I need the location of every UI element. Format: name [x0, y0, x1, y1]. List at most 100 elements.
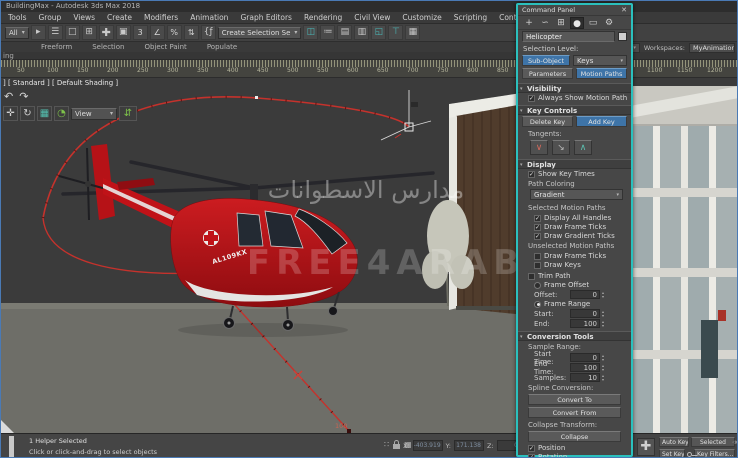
toolbar-icon[interactable]: ⊞ — [82, 25, 97, 40]
motion-paths-button[interactable]: Motion Paths — [576, 68, 627, 79]
keyframe-dot[interactable] — [255, 96, 258, 99]
unselected-draw-frame-ticks-checkbox[interactable]: Draw Frame Ticks — [518, 251, 631, 260]
toolbar-icon[interactable]: □ — [65, 25, 80, 40]
y-coordinate-field[interactable]: 171.138 — [454, 440, 484, 451]
visibility-rollout[interactable]: Visibility — [518, 83, 631, 93]
keys-dropdown[interactable]: Keys ▾ — [573, 55, 627, 66]
offset-spinner[interactable]: Offset: 0 ▴▾ — [518, 289, 631, 299]
draw-gradient-ticks-checkbox[interactable]: ✓ Draw Gradient Ticks — [518, 231, 631, 240]
show-key-times-checkbox[interactable]: ✓ Show Key Times — [518, 169, 631, 178]
x-coordinate-field[interactable]: -403.919 — [413, 440, 443, 451]
undo-icon[interactable]: ↶ — [4, 90, 13, 103]
utilities-tab-icon[interactable]: ⚙ — [602, 17, 616, 29]
ribbon-tab[interactable]: Selection — [92, 43, 124, 51]
snap-grid-icon[interactable]: ▦ — [37, 106, 52, 121]
position-checkbox[interactable]: ✓ Position — [518, 443, 631, 452]
toolbar-icon[interactable]: ◱ — [371, 25, 386, 40]
motion-tab-icon[interactable]: ● — [570, 17, 584, 29]
toolbar-icon[interactable]: ∠ — [150, 25, 165, 40]
toolbar-icon[interactable]: ⇅ — [184, 25, 199, 40]
key-filters-button[interactable]: Key Filters... — [694, 449, 735, 458]
soft-selection-icon[interactable]: ◔ — [54, 106, 69, 121]
ribbon-tab[interactable]: Freeform — [41, 43, 72, 51]
add-key-button[interactable]: Add Key — [576, 116, 627, 127]
workspace-dropdown[interactable]: MyAnimation — [689, 43, 735, 53]
display-all-handles-checkbox[interactable]: ✓ Display All Handles — [518, 213, 631, 222]
sub-object-button[interactable]: Sub-Object — [522, 55, 570, 66]
toolbar-icon[interactable]: ▦ — [405, 25, 420, 40]
spinner-arrows-icon[interactable]: ▴▾ — [602, 320, 604, 328]
close-icon[interactable]: ✕ — [621, 6, 627, 14]
spinner-arrows-icon[interactable]: ▴▾ — [602, 364, 604, 372]
range-end-spinner[interactable]: End: 100 ▴▾ — [518, 318, 631, 328]
tangent-smooth-icon[interactable]: ∨ — [530, 140, 548, 155]
create-tab-icon[interactable]: + — [522, 17, 536, 29]
spinner-arrows-icon[interactable]: ▴▾ — [602, 354, 604, 362]
coordinate-system-dropdown[interactable]: View ▾ — [71, 108, 117, 120]
ik-toggle-icon[interactable]: ⇵ — [119, 106, 137, 121]
toolbar-icon[interactable]: ▤ — [337, 25, 352, 40]
object-color-swatch[interactable] — [618, 32, 627, 41]
mini-track-bar[interactable] — [9, 436, 14, 458]
toolbar-icon[interactable]: ▥ — [354, 25, 369, 40]
auto-key-button[interactable]: Auto Key — [659, 437, 689, 447]
menu-item[interactable]: Civil View — [354, 13, 390, 22]
toolbar-icon[interactable]: ≔ — [320, 25, 335, 40]
toolbar-icon[interactable]: {ƒ — [201, 25, 216, 40]
path-coloring-dropdown[interactable]: Gradient ▾ — [530, 189, 623, 200]
spinner-arrows-icon[interactable]: ▴▾ — [602, 374, 604, 382]
toolbar-icon[interactable]: ▣ — [116, 25, 131, 40]
helper-gizmo[interactable] — [381, 90, 431, 140]
toolbar-icon[interactable]: ⊤ — [388, 25, 403, 40]
convert-from-button[interactable]: Convert From — [528, 407, 621, 418]
isolate-selection-icon[interactable]: ∷ — [384, 440, 389, 449]
playback-edge-icons[interactable]: ◃▸ — [732, 438, 738, 446]
hierarchy-tab-icon[interactable]: ⊞ — [554, 17, 568, 29]
trim-path-checkbox[interactable]: Trim Path — [518, 271, 631, 280]
menu-item[interactable]: Rendering — [304, 13, 342, 22]
toolbar-icon[interactable]: ✚ — [99, 25, 114, 40]
menu-item[interactable]: Modifiers — [144, 13, 178, 22]
collapse-button[interactable]: Collapse — [528, 431, 621, 442]
key-controls-rollout[interactable]: Key Controls — [518, 105, 631, 115]
menu-item[interactable]: Group — [38, 13, 61, 22]
menu-item[interactable]: Create — [107, 13, 132, 22]
display-tab-icon[interactable]: ▭ — [586, 17, 600, 29]
redo-icon[interactable]: ↷ — [19, 90, 28, 103]
viewport-label[interactable]: ] [ Standard ] [ Default Shading ] — [3, 79, 118, 87]
delete-key-button[interactable]: Delete Key — [522, 116, 573, 127]
menu-item[interactable]: Animation — [190, 13, 228, 22]
draw-frame-ticks-checkbox[interactable]: ✓ Draw Frame Ticks — [518, 222, 631, 231]
menu-item[interactable]: Scripting — [454, 13, 487, 22]
toolbar-icon[interactable]: ◫ — [303, 25, 318, 40]
display-rollout[interactable]: Display — [518, 159, 631, 169]
frame-offset-radio[interactable]: Frame Offset — [518, 280, 631, 289]
end-time-spinner[interactable]: End Time: 100 ▴▾ — [518, 362, 631, 372]
set-key-button[interactable]: Set Key — [659, 449, 685, 458]
move-tool-icon[interactable]: ✛ — [3, 106, 18, 121]
toolbar-icon[interactable]: % — [167, 25, 182, 40]
command-panel-titlebar[interactable]: Command Panel ✕ — [518, 5, 631, 16]
toolbar-icon[interactable]: 3 — [133, 25, 148, 40]
spinner-arrows-icon[interactable]: ▴▾ — [602, 310, 604, 318]
tangent-spline-icon[interactable]: ∧ — [574, 140, 592, 155]
samples-spinner[interactable]: Samples: 10 ▴▾ — [518, 372, 631, 382]
convert-to-button[interactable]: Convert To — [528, 394, 621, 405]
conversion-tools-rollout[interactable]: Conversion Tools — [518, 331, 631, 341]
range-start-spinner[interactable]: Start: 0 ▴▾ — [518, 308, 631, 318]
parameters-button[interactable]: Parameters — [522, 68, 573, 79]
rotate-tool-icon[interactable]: ↻ — [20, 106, 35, 121]
menu-item[interactable]: Graph Editors — [240, 13, 292, 22]
object-name-field[interactable]: Helicopter — [522, 31, 615, 42]
ribbon-tab[interactable]: Object Paint — [144, 43, 186, 51]
toolbar-icon[interactable]: ☰ — [48, 25, 63, 40]
always-show-motion-path-checkbox[interactable]: ✓ Always Show Motion Path — [518, 93, 631, 102]
menu-item[interactable]: Tools — [8, 13, 26, 22]
menu-item[interactable]: Customize — [402, 13, 441, 22]
create-selection-set-dropdown[interactable]: Create Selection Se ▾ — [218, 27, 302, 39]
rotation-checkbox[interactable]: ✓ Rotation — [518, 452, 631, 458]
ribbon-tab[interactable]: Populate — [207, 43, 237, 51]
modify-tab-icon[interactable]: ∽ — [538, 17, 552, 29]
selection-lock-icon[interactable] — [393, 444, 400, 449]
spinner-arrows-icon[interactable]: ▴▾ — [602, 291, 604, 299]
